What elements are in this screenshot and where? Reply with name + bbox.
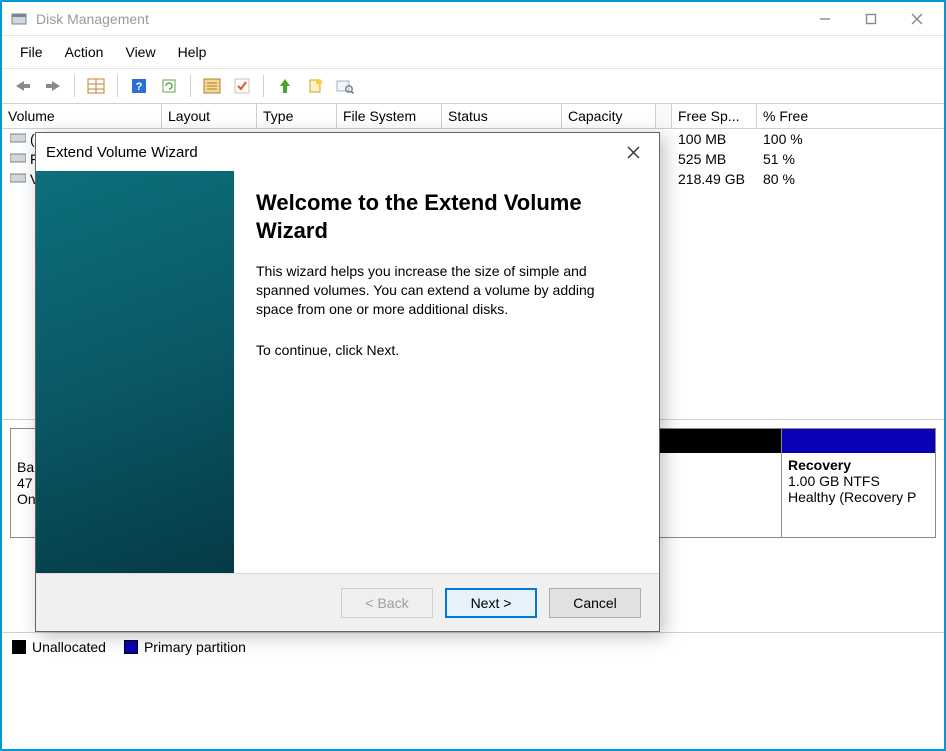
legend-label: Unallocated <box>32 639 106 655</box>
partition-name: Recovery <box>788 457 929 473</box>
partition-size: 1.00 GB NTFS <box>788 473 929 489</box>
col-type[interactable]: Type <box>257 104 337 128</box>
volume-icon <box>8 152 28 164</box>
cell-pct: 51 % <box>757 149 847 169</box>
check-icon[interactable] <box>229 73 255 99</box>
volume-icon <box>8 172 28 184</box>
forward-arrow-icon[interactable] <box>40 73 66 99</box>
col-filesystem[interactable]: File System <box>337 104 442 128</box>
partition-bar <box>782 429 935 453</box>
close-button[interactable] <box>894 3 940 35</box>
menu-view[interactable]: View <box>115 40 165 64</box>
toolbar-separator <box>263 75 264 97</box>
next-button[interactable]: Next > <box>445 588 537 618</box>
menu-help[interactable]: Help <box>168 40 217 64</box>
wizard-titlebar: Extend Volume Wizard <box>36 133 659 171</box>
col-layout[interactable]: Layout <box>162 104 257 128</box>
col-gap <box>656 104 672 128</box>
refresh-icon[interactable] <box>156 73 182 99</box>
minimize-button[interactable] <box>802 3 848 35</box>
wizard-content: Welcome to the Extend Volume Wizard This… <box>234 171 659 573</box>
col-status[interactable]: Status <box>442 104 562 128</box>
wizard-paragraph: This wizard helps you increase the size … <box>256 262 629 319</box>
menu-action[interactable]: Action <box>55 40 114 64</box>
back-button: < Back <box>341 588 433 618</box>
toolbar-separator <box>190 75 191 97</box>
menubar: File Action View Help <box>2 36 944 69</box>
col-capacity[interactable]: Capacity <box>562 104 656 128</box>
col-pctfree[interactable]: % Free <box>757 104 847 128</box>
wizard-title: Extend Volume Wizard <box>46 144 617 161</box>
toolbar-separator <box>117 75 118 97</box>
legend-label: Primary partition <box>144 639 246 655</box>
cancel-button[interactable]: Cancel <box>549 588 641 618</box>
col-volume[interactable]: Volume <box>2 104 162 128</box>
cell-free: 218.49 GB <box>672 169 757 189</box>
app-icon <box>10 10 28 28</box>
wizard-footer: < Back Next > Cancel <box>36 573 659 631</box>
cell-pct: 80 % <box>757 169 847 189</box>
cell-free: 525 MB <box>672 149 757 169</box>
wizard-continue-text: To continue, click Next. <box>256 341 629 360</box>
maximize-button[interactable] <box>848 3 894 35</box>
window-title: Disk Management <box>36 11 802 27</box>
partition-recovery[interactable]: Recovery 1.00 GB NTFS Healthy (Recovery … <box>781 429 935 537</box>
menu-file[interactable]: File <box>10 40 53 64</box>
wizard-sidebar-image <box>36 171 234 573</box>
new-icon[interactable] <box>302 73 328 99</box>
help-book-icon[interactable]: ? <box>126 73 152 99</box>
cell-pct: 100 % <box>757 129 847 149</box>
wizard-heading: Welcome to the Extend Volume Wizard <box>256 189 629 244</box>
up-arrow-icon[interactable] <box>272 73 298 99</box>
back-arrow-icon[interactable] <box>10 73 36 99</box>
svg-text:?: ? <box>136 81 143 93</box>
toolbar-separator <box>74 75 75 97</box>
window-controls <box>802 3 940 35</box>
legend-swatch-unallocated <box>12 640 26 654</box>
partition-status: Healthy (Recovery P <box>788 489 929 505</box>
legend: Unallocated Primary partition <box>2 632 944 661</box>
cell-free: 100 MB <box>672 129 757 149</box>
col-freespace[interactable]: Free Sp... <box>672 104 757 128</box>
volume-list-header: Volume Layout Type File System Status Ca… <box>2 104 944 129</box>
properties-icon[interactable] <box>199 73 225 99</box>
titlebar: Disk Management <box>2 2 944 36</box>
volume-icon <box>8 132 28 144</box>
legend-swatch-primary <box>124 640 138 654</box>
toolbar: ? <box>2 69 944 104</box>
table-icon[interactable] <box>83 73 109 99</box>
search-icon[interactable] <box>332 73 358 99</box>
partition-body: Recovery 1.00 GB NTFS Healthy (Recovery … <box>782 453 935 537</box>
wizard-close-button[interactable] <box>617 138 649 166</box>
extend-volume-wizard-dialog: Extend Volume Wizard Welcome to the Exte… <box>35 132 660 632</box>
